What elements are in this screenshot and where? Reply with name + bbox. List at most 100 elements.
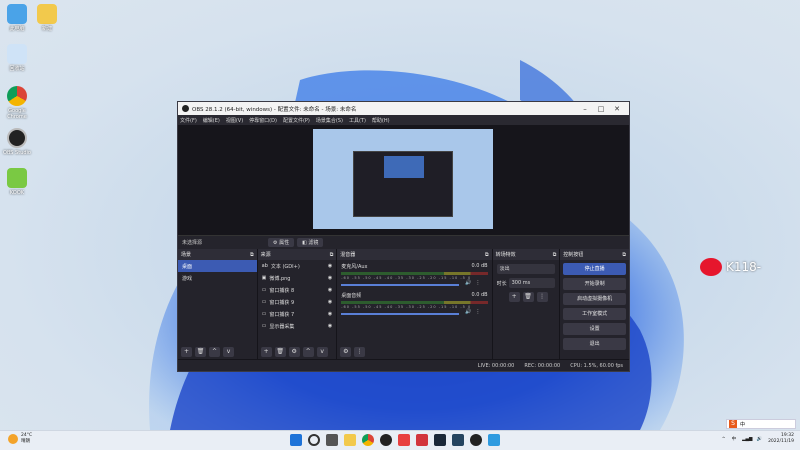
file-explorer-icon[interactable] [344,434,356,446]
source-item[interactable]: ▭ 显示器采集 ◉ [258,320,337,332]
speaker-icon[interactable]: 🔊 [465,280,471,286]
desktop-icon-folder[interactable]: 新建 [30,4,64,32]
properties-button[interactable]: ⚙ 属性 [268,238,295,247]
dock-popout-icon[interactable]: ⧉ [622,252,626,258]
desktop-icon-this-pc[interactable]: 此电脑 [0,4,34,32]
stop-streaming-button[interactable]: 停止直播 [563,263,626,275]
move-down-icon[interactable]: v [316,347,328,357]
cpu-status: CPU: 1.5%, 60.00 fps [570,362,623,369]
filters-button[interactable]: ◧ 滤镜 [297,238,324,247]
music-app-icon[interactable] [416,434,428,446]
duration-input[interactable]: 300 ms [508,278,556,288]
maximize-icon[interactable]: □ [593,105,609,113]
remove-source-button[interactable]: 🗑 [274,347,286,357]
menu-bar: 文件(F) 编辑(E) 视图(V) 停靠窗口(D) 配置文件(P) 场景集合(S… [178,115,629,125]
menu-profile[interactable]: 配置文件(P) [283,117,310,124]
source-item[interactable]: ab 文本 (GDI+) ◉ [258,260,337,272]
add-scene-button[interactable]: + [181,347,192,357]
monitor-icon [7,4,27,24]
eye-icon[interactable]: ◉ [328,275,332,281]
source-item[interactable]: ▭ 窗口捕获 7 ◉ [258,308,337,320]
mixer-settings-icon[interactable]: ⚙ [340,347,352,357]
source-item[interactable]: ▭ 窗口捕获 9 ◉ [258,296,337,308]
close-icon[interactable]: ✕ [609,105,625,113]
eye-icon[interactable]: ◉ [328,287,332,293]
search-icon[interactable] [308,434,320,446]
track-name: 麦克风/Aux [341,264,368,270]
minimize-icon[interactable]: – [577,105,593,113]
status-bar: LIVE: 00:00:00 REC: 00:00:00 CPU: 1.5%, … [178,359,629,371]
dock-popout-icon[interactable]: ⧉ [553,252,557,258]
image-source-icon: ▣ [261,275,267,281]
windows-start-icon[interactable] [290,434,302,446]
source-toolbar: 未选择源 ⚙ 属性 ◧ 滤镜 [178,235,629,249]
scene-item[interactable]: 游戏 [178,272,257,284]
menu-help[interactable]: 帮助(H) [372,117,390,124]
start-virtual-camera-button[interactable]: 启动虚拟摄像机 [563,293,626,305]
ime-toolbar[interactable]: S 中 [726,419,796,429]
more-options-icon[interactable]: ⋮ [536,292,548,302]
eye-icon[interactable]: ◉ [328,263,332,269]
weibo-watermark: K118- [700,258,761,276]
weather-widget[interactable]: 24°C 晴朗 [8,433,32,445]
mixer-track: 桌面音频 0.0 dB -60 -55 -50 -45 -40 -35 -30 -… [337,289,491,318]
menu-file[interactable]: 文件(F) [180,117,197,124]
dock-popout-icon[interactable]: ⧉ [250,252,254,258]
menu-tools[interactable]: 工具(T) [349,117,366,124]
weibo-logo-icon [700,258,722,276]
sun-icon [8,434,18,444]
chrome-icon[interactable] [362,434,374,446]
studio-mode-button[interactable]: 工作室模式 [563,308,626,320]
add-transition-button[interactable]: + [508,292,520,302]
menu-view[interactable]: 视图(V) [226,117,243,124]
dock-popout-icon[interactable]: ⧉ [330,252,334,258]
qq-icon[interactable] [470,434,482,446]
more-options-icon[interactable]: ⋮ [354,347,366,357]
settings-button[interactable]: 设置 [563,323,626,335]
volume-slider[interactable] [341,283,460,286]
live-status: LIVE: 00:00:00 [477,362,515,369]
obs-icon[interactable] [380,434,392,446]
desktop-icon-recycle-bin[interactable]: 回收站 [0,44,34,72]
app-icon[interactable] [488,434,500,446]
start-recording-button[interactable]: 开始录制 [563,278,626,290]
more-options-icon[interactable]: ⋮ [476,309,481,315]
red-app-icon[interactable] [398,434,410,446]
desktop-icon-chrome[interactable]: Google Chrome [0,86,34,120]
program-preview[interactable] [313,129,493,229]
remove-transition-button[interactable]: 🗑 [522,292,534,302]
task-view-icon[interactable] [326,434,338,446]
move-up-icon[interactable]: ^ [302,347,314,357]
source-item[interactable]: ▣ 微博.png ◉ [258,272,337,284]
duration-label: 时长 [496,280,507,287]
add-source-button[interactable]: + [260,347,272,357]
steam-alt-icon[interactable] [452,434,464,446]
menu-docks[interactable]: 停靠窗口(D) [249,117,277,124]
clock[interactable]: 19:32 2022/11/19 [768,433,794,445]
menu-edit[interactable]: 编辑(E) [203,117,220,124]
remove-scene-button[interactable]: 🗑 [195,347,206,357]
volume-icon[interactable]: 🔊 [756,437,762,442]
eye-icon[interactable]: ◉ [328,311,332,317]
dock-popout-icon[interactable]: ⧉ [485,252,489,258]
ime-tray-label[interactable]: 中 [732,436,737,442]
tray-chevron-icon[interactable]: ^ [722,437,726,442]
eye-icon[interactable]: ◉ [328,323,332,329]
desktop-icon-obs[interactable]: OBS Studio [0,128,34,156]
network-icon[interactable]: ▂▄▆ [742,437,752,442]
eye-icon[interactable]: ◉ [328,299,332,305]
transition-select[interactable]: 淡出 [496,264,556,274]
more-options-icon[interactable]: ⋮ [476,280,481,286]
speaker-icon[interactable]: 🔊 [465,309,471,315]
move-up-icon[interactable]: ^ [209,347,220,357]
scene-item[interactable]: 桌面 [178,260,257,272]
desktop-icon-kook[interactable]: KOOK [0,168,34,196]
mixer-title: 混音器 [340,252,356,258]
source-settings-icon[interactable]: ⚙ [288,347,300,357]
move-down-icon[interactable]: v [223,347,234,357]
source-item[interactable]: ▭ 窗口捕获 8 ◉ [258,284,337,296]
steam-icon[interactable] [434,434,446,446]
menu-scene-collection[interactable]: 场景集合(S) [316,117,343,124]
exit-button[interactable]: 退出 [563,338,626,350]
volume-slider[interactable] [341,312,460,315]
